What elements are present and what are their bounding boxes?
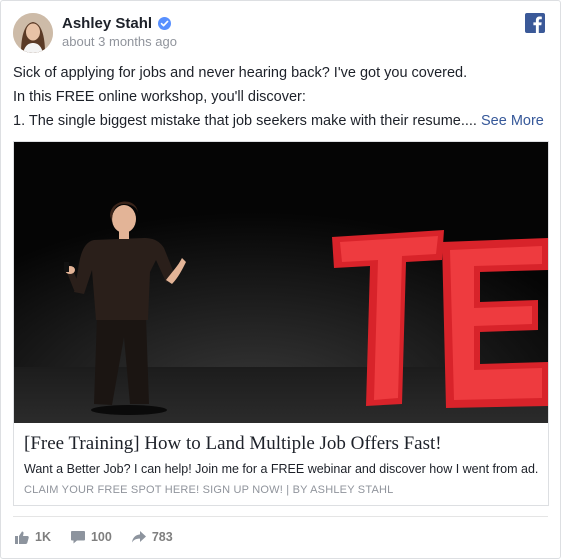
thumbs-up-icon: [15, 531, 29, 544]
comments-count[interactable]: 100: [70, 530, 112, 544]
shares-count[interactable]: 783: [131, 530, 173, 544]
link-preview-card[interactable]: [Free Training] How to Land Multiple Job…: [13, 141, 549, 506]
verified-badge-icon: [158, 17, 172, 30]
link-caption: CLAIM YOUR FREE SPOT HERE! SIGN UP NOW! …: [24, 484, 393, 496]
post-text-line: 1. The single biggest mistake that job s…: [13, 112, 549, 136]
post-timestamp[interactable]: about 3 months ago: [62, 34, 177, 49]
link-caption-text: CLAIM YOUR FREE SPOT HERE! SIGN UP NOW!: [24, 484, 284, 496]
comments-count-text: 100: [90, 530, 112, 544]
comment-icon: [70, 530, 85, 543]
caption-separator: |: [286, 484, 290, 496]
post-text: Sick of applying for jobs and never hear…: [13, 64, 549, 136]
likes-count[interactable]: 1K: [15, 530, 51, 544]
post-text-line: In this FREE online workshop, you'll dis…: [13, 89, 306, 105]
share-arrow-icon: [131, 531, 146, 543]
link-title[interactable]: [Free Training] How to Land Multiple Job…: [24, 433, 442, 455]
author-avatar[interactable]: [13, 13, 53, 53]
stats-divider: [13, 516, 548, 517]
post-text-line: Sick of applying for jobs and never hear…: [13, 65, 468, 81]
facebook-post-card: Ashley Stahl about 3 months ago Sick of …: [0, 0, 561, 559]
see-more-link[interactable]: See More: [481, 113, 544, 129]
link-byline: BY ASHLEY STAHL: [292, 484, 394, 496]
author-name[interactable]: Ashley Stahl: [62, 15, 172, 32]
shares-count-text: 783: [151, 530, 173, 544]
link-description: Want a Better Job? I can help! Join me f…: [24, 462, 539, 476]
likes-count-text: 1K: [35, 530, 51, 544]
post-text-truncated: 1. The single biggest mistake that job s…: [13, 113, 477, 129]
engagement-stats: 1K 100 783: [15, 530, 193, 544]
link-preview-image[interactable]: [14, 142, 548, 423]
author-name-text[interactable]: Ashley Stahl: [62, 15, 152, 32]
facebook-logo-icon[interactable]: [525, 13, 545, 38]
